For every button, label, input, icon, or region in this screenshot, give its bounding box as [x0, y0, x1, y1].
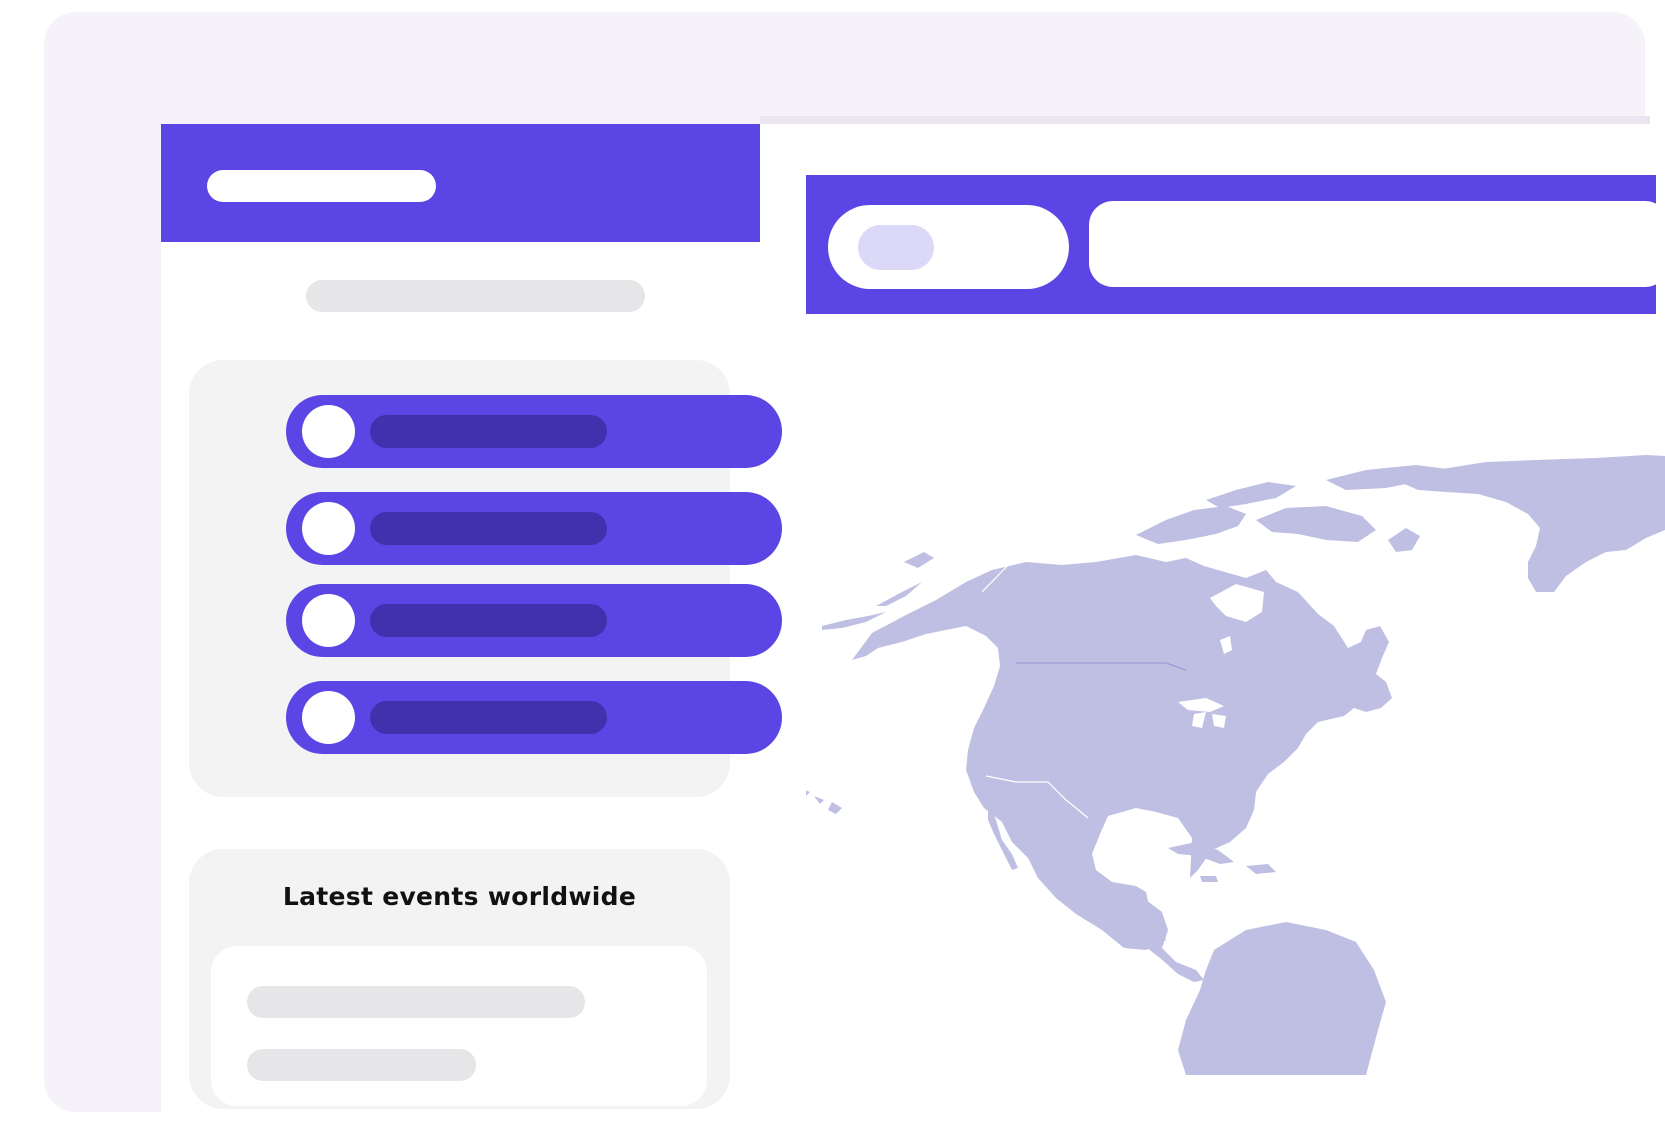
window-top-border	[760, 116, 1650, 124]
avatar-circle-icon	[302, 502, 355, 555]
subtitle-placeholder	[306, 280, 645, 312]
list-item[interactable]	[286, 492, 782, 565]
scope-chip[interactable]	[858, 225, 934, 270]
events-title: Latest events worldwide	[282, 882, 637, 911]
header-title-placeholder	[207, 170, 436, 202]
list-item[interactable]	[286, 395, 782, 468]
list-item[interactable]	[286, 584, 782, 657]
events-list	[211, 946, 707, 1106]
avatar-circle-icon	[302, 691, 355, 744]
event-placeholder	[247, 986, 585, 1018]
world-map-icon	[800, 455, 1665, 1075]
list-item-label-placeholder	[370, 701, 607, 734]
avatar-circle-icon	[302, 405, 355, 458]
search-input[interactable]	[1089, 201, 1665, 287]
event-placeholder	[247, 1049, 476, 1081]
list-item[interactable]	[286, 681, 782, 754]
world-map[interactable]	[800, 330, 1665, 1075]
list-item-label-placeholder	[370, 512, 607, 545]
list-item-label-placeholder	[370, 604, 607, 637]
avatar-circle-icon	[302, 594, 355, 647]
list-item-label-placeholder	[370, 415, 607, 448]
